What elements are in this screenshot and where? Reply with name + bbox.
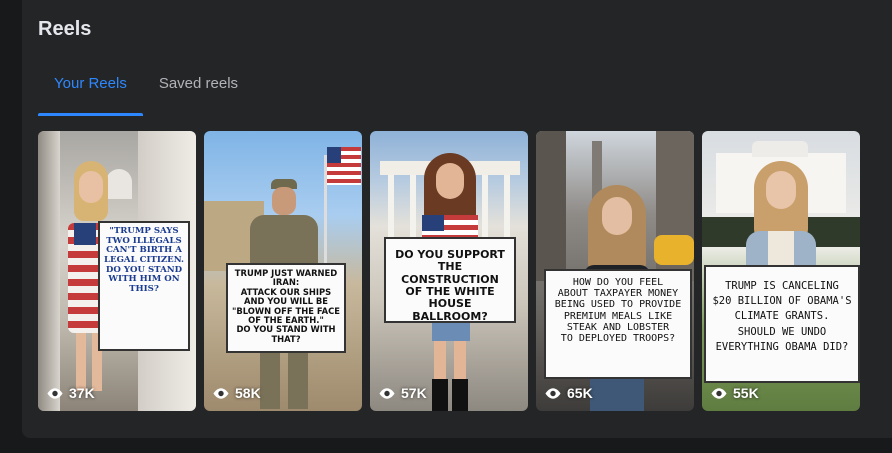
protest-sign: DO YOU SUPPORT THE CONSTRUCTION OF THE W… xyxy=(384,237,516,323)
view-count-label: 37K xyxy=(69,385,95,401)
reels-grid: "TRUMP SAYS TWO ILLEGALS CAN'T BIRTH A L… xyxy=(38,131,860,411)
reel-thumbnail[interactable]: DO YOU SUPPORT THE CONSTRUCTION OF THE W… xyxy=(370,131,528,411)
reels-panel: Reels Your Reels Saved reels "TRUMP SAYS… xyxy=(22,0,892,438)
tab-your-reels[interactable]: Your Reels xyxy=(38,62,143,116)
view-count: 58K xyxy=(212,385,261,401)
protest-sign: TRUMP IS CANCELING $20 BILLION OF OBAMA'… xyxy=(704,265,860,383)
view-count: 55K xyxy=(710,385,759,401)
section-title: Reels xyxy=(38,18,92,40)
eye-icon xyxy=(711,387,727,399)
protest-sign: TRUMP JUST WARNED IRAN: ATTACK OUR SHIPS… xyxy=(226,263,346,353)
view-count-label: 58K xyxy=(235,385,261,401)
reel-thumbnail[interactable]: TRUMP IS CANCELING $20 BILLION OF OBAMA'… xyxy=(702,131,860,411)
view-count: 57K xyxy=(378,385,427,401)
eye-icon xyxy=(47,387,63,399)
view-count-label: 57K xyxy=(401,385,427,401)
reels-tabs: Your Reels Saved reels xyxy=(38,62,254,116)
view-count-label: 55K xyxy=(733,385,759,401)
reel-thumbnail[interactable]: "TRUMP SAYS TWO ILLEGALS CAN'T BIRTH A L… xyxy=(38,131,196,411)
protest-sign: "TRUMP SAYS TWO ILLEGALS CAN'T BIRTH A L… xyxy=(98,221,190,351)
eye-icon xyxy=(545,387,561,399)
tab-saved-reels[interactable]: Saved reels xyxy=(143,62,254,116)
eye-icon xyxy=(379,387,395,399)
view-count: 37K xyxy=(46,385,95,401)
eye-icon xyxy=(213,387,229,399)
view-count: 65K xyxy=(544,385,593,401)
reel-thumbnail[interactable]: HOW DO YOU FEEL ABOUT TAXPAYER MONEY BEI… xyxy=(536,131,694,411)
view-count-label: 65K xyxy=(567,385,593,401)
reel-thumbnail[interactable]: TRUMP JUST WARNED IRAN: ATTACK OUR SHIPS… xyxy=(204,131,362,411)
protest-sign: HOW DO YOU FEEL ABOUT TAXPAYER MONEY BEI… xyxy=(544,269,692,379)
